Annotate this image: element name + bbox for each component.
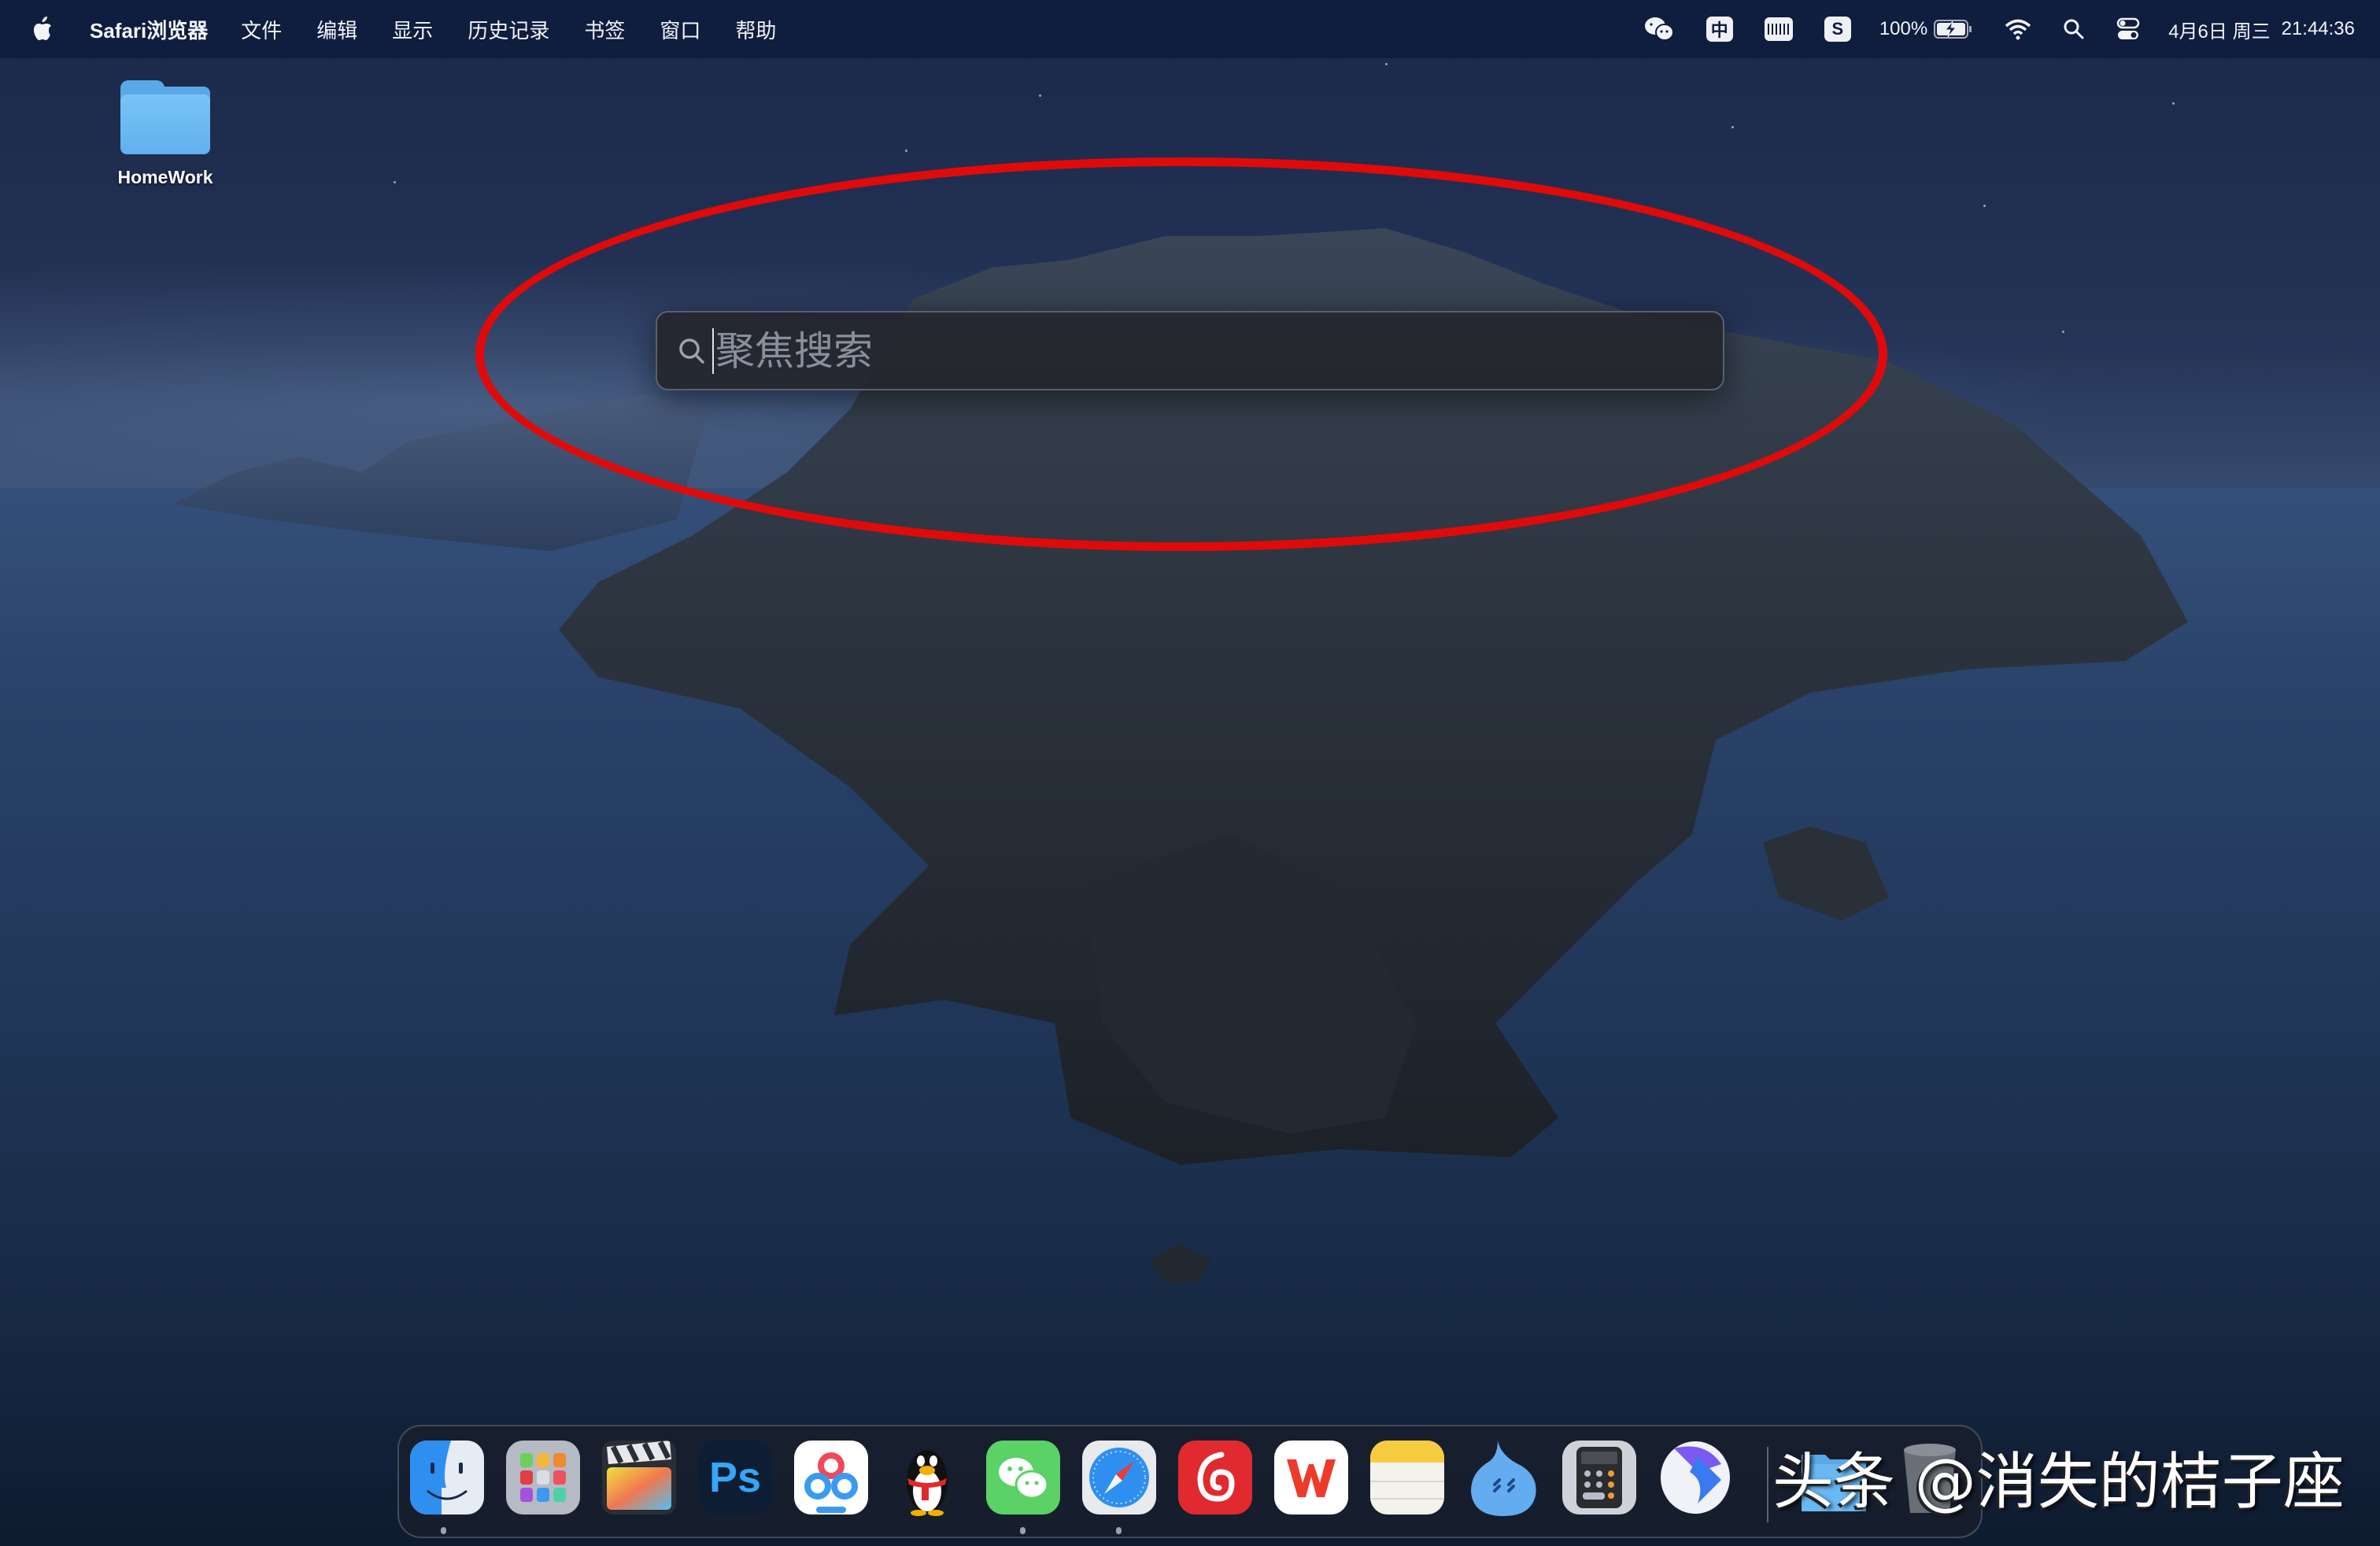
- spotlight-search-input[interactable]: [715, 319, 1723, 383]
- barcode-keyboard-icon[interactable]: [1764, 17, 1793, 41]
- menu-clock[interactable]: 21:44:36: [2282, 18, 2355, 40]
- island-landscape: [173, 228, 2188, 1283]
- menu-bar: Safari浏览器 文件 编辑 显示 历史记录 书签 窗口 帮助 中 S 100…: [0, 0, 2380, 58]
- battery-charging-icon[interactable]: [1934, 19, 1973, 39]
- battery-percentage: 100%: [1879, 18, 1928, 39]
- menu-history[interactable]: 历史记录: [468, 15, 549, 44]
- star: [2172, 102, 2175, 105]
- dock-app-finder[interactable]: [410, 1441, 484, 1515]
- folder-icon: [117, 77, 213, 156]
- menu-edit[interactable]: 编辑: [316, 15, 357, 44]
- dock-app-wps-office[interactable]: [1274, 1441, 1348, 1515]
- menu-file[interactable]: 文件: [241, 15, 282, 44]
- menu-window[interactable]: 窗口: [660, 15, 700, 44]
- star: [905, 150, 907, 152]
- running-indicator-safari: [1116, 1527, 1122, 1534]
- dock-app-photoshop[interactable]: Ps: [698, 1441, 772, 1515]
- desktop-folder-label: HomeWork: [117, 167, 213, 187]
- menu-date[interactable]: 4月6日 周三: [2168, 16, 2270, 43]
- desktop-folder-homework[interactable]: HomeWork: [101, 77, 230, 188]
- dock-app-calculator[interactable]: [1562, 1441, 1636, 1515]
- dock-app-qq-browser[interactable]: [1466, 1441, 1540, 1516]
- star: [1385, 63, 1388, 65]
- dock-separator: [1767, 1447, 1768, 1522]
- control-center-icon[interactable]: [2116, 17, 2140, 41]
- spotlight-search-icon[interactable]: [2063, 18, 2085, 40]
- dock-app-safari[interactable]: [1082, 1441, 1156, 1515]
- dock-app-qq[interactable]: [890, 1441, 964, 1516]
- wechat-icon[interactable]: [1643, 16, 1675, 43]
- apple-logo-icon[interactable]: [30, 15, 54, 43]
- menu-help[interactable]: 帮助: [735, 15, 776, 44]
- input-method-indicator[interactable]: 中: [1706, 17, 1733, 42]
- dock-app-launchpad[interactable]: [506, 1441, 580, 1515]
- menu-bookmarks[interactable]: 书签: [584, 15, 625, 44]
- star: [1731, 126, 1734, 128]
- text-cursor: [712, 327, 714, 374]
- running-indicator-wechat: [1020, 1527, 1026, 1534]
- star: [2062, 331, 2064, 333]
- running-indicator-finder: [441, 1527, 446, 1534]
- menu-app-name[interactable]: Safari浏览器: [90, 15, 208, 44]
- dock-app-final-cut-pro[interactable]: [602, 1441, 676, 1515]
- watermark-text: 头条 @消失的桔子座: [1772, 1447, 2345, 1518]
- dock-app-feishu[interactable]: [1658, 1441, 1732, 1515]
- wifi-icon[interactable]: [2005, 18, 2031, 40]
- star: [1039, 94, 1041, 97]
- s-app-icon[interactable]: S: [1824, 17, 1851, 42]
- star: [1983, 205, 1986, 207]
- dock-app-netease-music[interactable]: [1178, 1441, 1252, 1515]
- star: [394, 181, 396, 183]
- menu-view[interactable]: 显示: [392, 15, 433, 44]
- dock-app-notes[interactable]: [1370, 1441, 1444, 1515]
- search-icon: [679, 338, 704, 364]
- desktop-wallpaper: [0, 0, 2380, 1546]
- spotlight-search-bar: [656, 311, 1724, 390]
- dock-app-wechat[interactable]: [986, 1441, 1060, 1515]
- dock: Ps: [397, 1425, 1983, 1538]
- dock-app-baidu-netdisk[interactable]: [794, 1441, 868, 1515]
